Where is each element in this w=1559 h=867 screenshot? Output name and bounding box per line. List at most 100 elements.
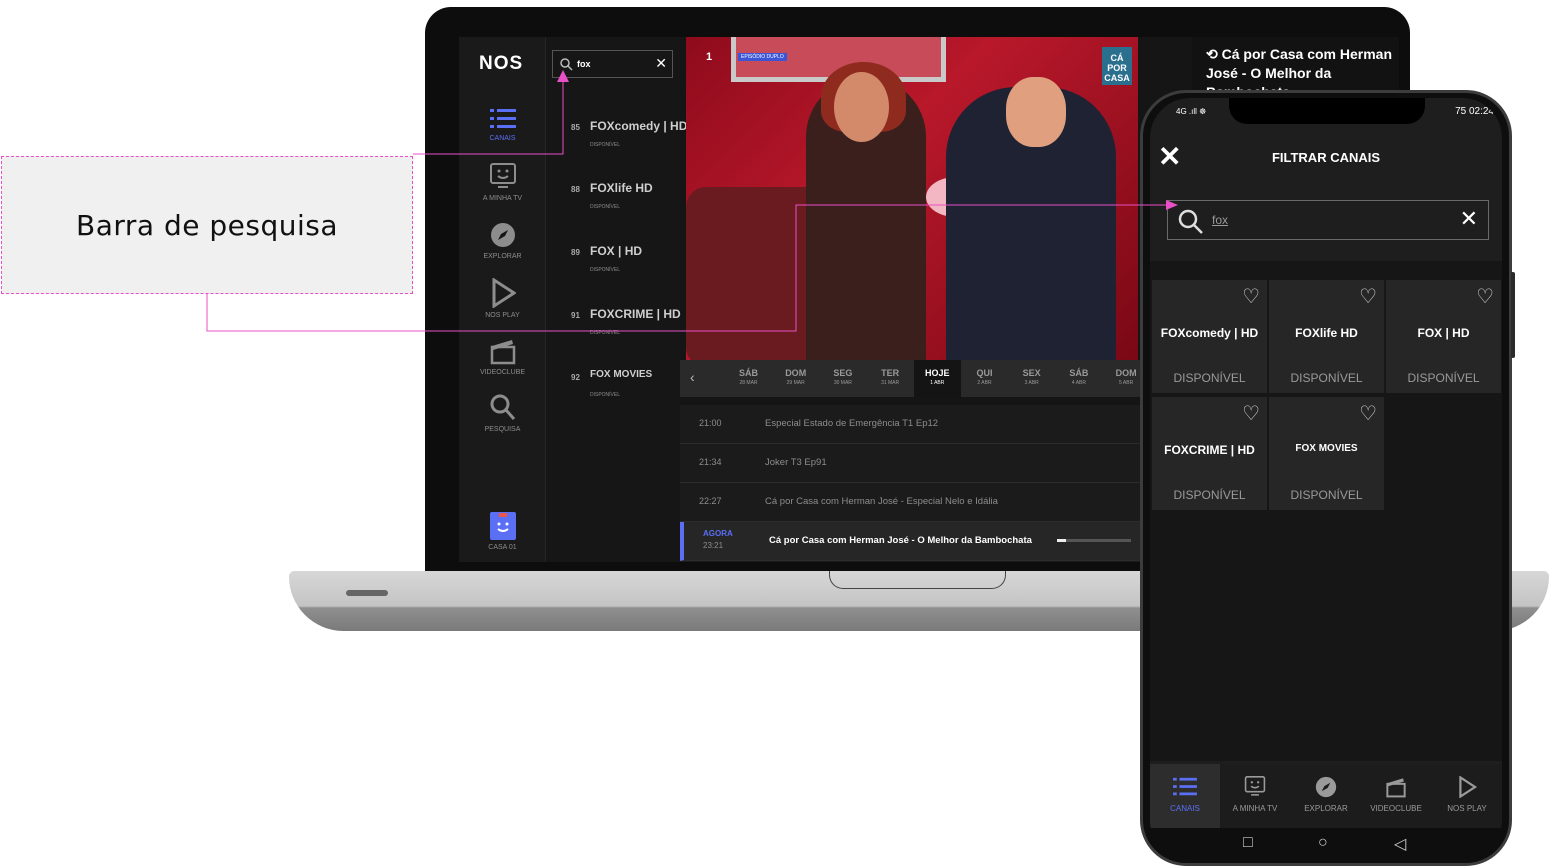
profile-label: CASA 01: [488, 544, 517, 551]
heart-icon[interactable]: ♡: [1242, 401, 1260, 426]
show-logo: CÁ POR CASA: [1102, 47, 1132, 85]
video-player[interactable]: 1 EPISÓDIO DUPLO CÁ POR CASA: [686, 37, 1138, 360]
channel-tile[interactable]: ♡ FOXlife HD DISPONÍVEL: [1269, 280, 1384, 393]
day-name: SEX: [1022, 368, 1041, 378]
compass-icon: [1315, 776, 1337, 798]
schedule-title: Joker T3 Ep91: [765, 457, 827, 468]
chevron-left-icon[interactable]: ‹: [690, 369, 695, 385]
back-icon[interactable]: ◁: [1394, 834, 1406, 854]
channel-number: 92: [571, 373, 580, 382]
channel-search-panel: fox ✕ 85 FOXcomedy | HD DISPONÍVEL 88 FO…: [547, 37, 687, 562]
status-right: 75 02:24: [1455, 106, 1494, 117]
bottom-nav-label: A MINHA TV: [1232, 804, 1278, 813]
presenter-right: [946, 77, 1116, 360]
channel-tile[interactable]: ♡ FOXcomedy | HD DISPONÍVEL: [1152, 280, 1267, 393]
callout-label: Barra de pesquisa: [76, 208, 338, 242]
day-tab[interactable]: TER 31 MAR: [867, 360, 914, 397]
day-name: SEG: [833, 368, 853, 378]
day-tab[interactable]: QUI 2 ABR: [961, 360, 1008, 397]
laptop-sidebar: NOS CANAIS A MINHA TV EXPLORAR NOS PLAY …: [459, 37, 546, 562]
profile-button[interactable]: CASA 01: [459, 512, 546, 551]
channel-logo: FOX | HD: [590, 244, 643, 258]
search-input[interactable]: fox ✕: [1167, 200, 1489, 240]
callout-box: Barra de pesquisa: [1, 156, 413, 294]
sidebar-item-canais[interactable]: CANAIS: [459, 107, 546, 142]
channel-status: DISPONÍVEL: [590, 142, 621, 148]
sidebar-item-label: CANAIS: [489, 135, 516, 142]
channel-status: DISPONÍVEL: [590, 392, 621, 398]
sidebar-item-a-minha-tv[interactable]: A MINHA TV: [459, 163, 546, 202]
clear-icon[interactable]: ✕: [1460, 206, 1478, 232]
day-tab[interactable]: SÁB 4 ABR: [1055, 360, 1102, 397]
sidebar-item-label: VIDEOCLUBE: [479, 369, 526, 376]
bottom-nav-label: VIDEOCLUBE: [1370, 804, 1422, 813]
heart-icon[interactable]: ♡: [1242, 284, 1260, 309]
channel-result[interactable]: 89 FOX | HD DISPONÍVEL: [547, 242, 680, 302]
play-icon: [492, 278, 516, 308]
channel-logo: FOXcomedy | HD: [590, 119, 688, 133]
sidebar-item-label: A MINHA TV: [482, 195, 523, 202]
channel-grid: ♡ FOXcomedy | HD DISPONÍVEL ♡ FOXlife HD…: [1150, 261, 1502, 761]
channel-logo: FOX | HD: [1417, 326, 1470, 340]
search-query: fox: [577, 59, 591, 69]
channel-number: 85: [571, 123, 580, 132]
day-tab[interactable]: DOM 29 MAR: [772, 360, 819, 397]
bottom-nav-explorar[interactable]: EXPLORAR: [1291, 764, 1361, 828]
channel-status: DISPONÍVEL: [590, 330, 621, 336]
heart-icon[interactable]: ♡: [1476, 284, 1494, 309]
channel-result[interactable]: 85 FOXcomedy | HD DISPONÍVEL: [547, 117, 687, 177]
search-icon: [490, 394, 515, 420]
sidebar-item-videoclube[interactable]: VIDEOCLUBE: [459, 337, 546, 376]
search-input[interactable]: fox ✕: [552, 50, 673, 78]
laptop-led: [346, 590, 388, 596]
status-left: 4G .ıll ☸: [1176, 107, 1207, 116]
day-name: SÁB: [738, 368, 758, 378]
episode-badge: EPISÓDIO DUPLO: [738, 53, 787, 61]
channel-result[interactable]: 88 FOXlife HD DISPONÍVEL: [547, 179, 680, 239]
clapper-icon: [1386, 778, 1406, 798]
bottom-nav-videoclube[interactable]: VIDEOCLUBE: [1361, 764, 1431, 828]
search-icon: [1178, 209, 1203, 234]
sidebar-item-pesquisa[interactable]: PESQUISA: [459, 394, 546, 433]
day-date: 1 ABR: [930, 380, 945, 386]
laptop-notch: [829, 571, 1006, 589]
list-icon: [489, 109, 516, 128]
day-tab[interactable]: SÁB 28 MAR: [725, 360, 772, 397]
channel-logo: FOXCRIME | HD: [1164, 443, 1255, 457]
sidebar-item-nos-play[interactable]: NOS PLAY: [459, 278, 546, 319]
day-tab[interactable]: SEG 30 MAR: [819, 360, 866, 397]
heart-icon[interactable]: ♡: [1359, 401, 1377, 426]
channel-tile[interactable]: ♡ FOXCRIME | HD DISPONÍVEL: [1152, 397, 1267, 510]
channel-tile[interactable]: ♡ FOX MOVIES DISPONÍVEL: [1269, 397, 1384, 510]
heart-icon[interactable]: ♡: [1359, 284, 1377, 309]
android-nav-bar: □ ○ ◁: [1150, 828, 1502, 860]
day-tab[interactable]: HOJE 1 ABR: [913, 360, 961, 397]
now-title: Cá por Casa com Herman José - O Melhor d…: [769, 535, 1032, 546]
bottom-nav-canais[interactable]: CANAIS: [1150, 764, 1220, 828]
schedule-time: 21:34: [699, 457, 722, 467]
schedule-time: 21:00: [699, 418, 722, 428]
channel-status: DISPONÍVEL: [1290, 371, 1363, 385]
bottom-nav-label: NOS PLAY: [1447, 804, 1487, 813]
tv-icon: [1244, 776, 1266, 796]
bottom-nav-a-minha-tv[interactable]: A MINHA TV: [1220, 764, 1290, 828]
recents-icon[interactable]: □: [1243, 834, 1253, 852]
channel-tile[interactable]: ♡ FOX | HD DISPONÍVEL: [1386, 280, 1501, 393]
sidebar-item-label: PESQUISA: [484, 426, 521, 433]
channel-logo: FOX MOVIES: [590, 369, 653, 380]
home-icon[interactable]: ○: [1318, 834, 1328, 852]
bottom-nav-nos-play[interactable]: NOS PLAY: [1432, 764, 1502, 828]
sidebar-item-label: EXPLORAR: [483, 253, 522, 260]
channel-result[interactable]: 92 FOX MOVIES DISPONÍVEL: [547, 367, 680, 427]
sidebar-item-explorar[interactable]: EXPLORAR: [459, 221, 546, 260]
day-date: 28 MAR: [739, 380, 758, 386]
schedule-title: Especial Estado de Emergência T1 Ep12: [765, 418, 939, 429]
presenter-left: [806, 62, 926, 360]
list-icon: [1173, 777, 1197, 796]
close-icon[interactable]: ✕: [655, 55, 667, 72]
day-tab[interactable]: SEX 3 ABR: [1008, 360, 1055, 397]
channel-result[interactable]: 91 FOXCRIME | HD DISPONÍVEL: [547, 305, 681, 365]
sofa: [686, 187, 826, 360]
bottom-nav: CANAIS A MINHA TV EXPLORAR VIDEOCLUBE NO…: [1150, 764, 1502, 828]
day-name: TER: [881, 368, 900, 378]
